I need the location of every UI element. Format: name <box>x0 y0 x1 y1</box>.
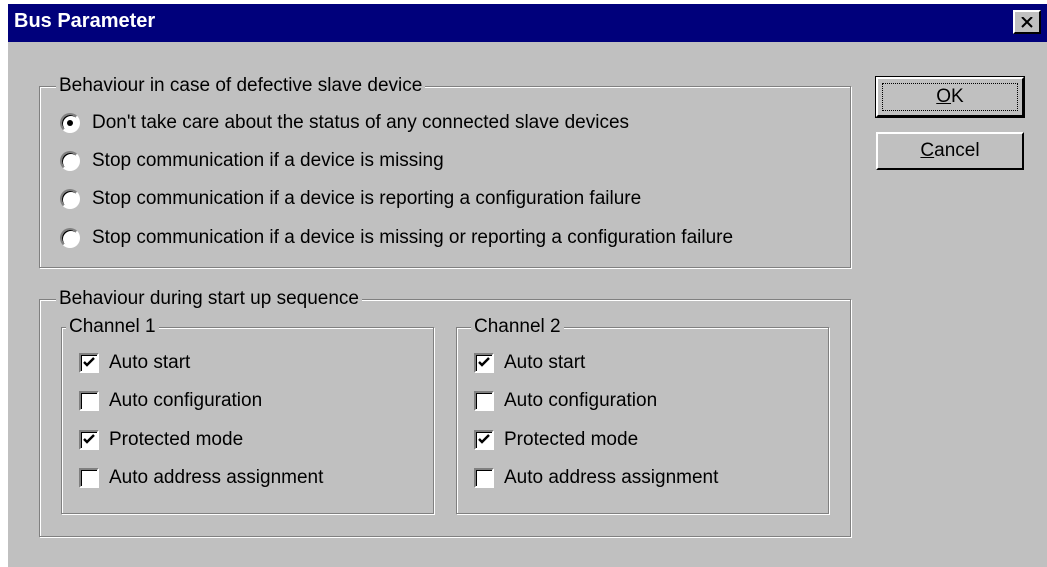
close-icon <box>1021 16 1033 28</box>
checkbox[interactable] <box>474 468 494 488</box>
checkbox-label: Protected mode <box>109 429 244 450</box>
checkbox-label: Auto configuration <box>109 390 263 411</box>
checkbox[interactable] <box>79 353 99 373</box>
checkbox-label: Protected mode <box>504 429 639 450</box>
checkbox-label: Auto start <box>504 352 586 373</box>
channel-2-legend: Channel 2 <box>471 316 564 338</box>
defective-option-label: Don't take care about the status of any … <box>92 112 630 133</box>
ok-button[interactable]: OK <box>875 76 1025 118</box>
defective-option-1[interactable]: Don't take care about the status of any … <box>60 112 629 134</box>
focus-rect <box>882 83 1018 111</box>
title-bar[interactable]: Bus Parameter <box>8 4 1047 42</box>
channel-1-option-4[interactable]: Auto address assignment <box>79 467 323 489</box>
checkbox[interactable] <box>79 391 99 411</box>
defective-slave-legend: Behaviour in case of defective slave dev… <box>56 75 426 97</box>
radio-selected-dot <box>67 120 73 126</box>
checkbox-label: Auto address assignment <box>109 467 324 488</box>
radio-button[interactable] <box>60 113 80 133</box>
checkmark-icon <box>83 434 95 444</box>
checkbox-label: Auto start <box>109 352 191 373</box>
radio-button[interactable] <box>60 151 80 171</box>
cancel-button-label: Cancel <box>920 140 980 161</box>
checkmark-icon <box>83 357 95 367</box>
cancel-button[interactable]: Cancel <box>876 132 1024 170</box>
channel-2-option-2[interactable]: Auto configuration <box>474 390 657 412</box>
channel-2-option-1[interactable]: Auto start <box>474 352 585 374</box>
channel-2-option-4[interactable]: Auto address assignment <box>474 467 718 489</box>
defective-option-label: Stop communication if a device is report… <box>92 188 642 209</box>
checkbox[interactable] <box>79 430 99 450</box>
checkbox-label: Auto configuration <box>504 390 658 411</box>
checkbox[interactable] <box>474 430 494 450</box>
defective-option-4[interactable]: Stop communication if a device is missin… <box>60 227 733 249</box>
defective-option-2[interactable]: Stop communication if a device is missin… <box>60 150 444 172</box>
channel-1-option-3[interactable]: Protected mode <box>79 429 243 451</box>
channel-2-option-3[interactable]: Protected mode <box>474 429 638 451</box>
checkbox[interactable] <box>474 353 494 373</box>
checkbox[interactable] <box>79 468 99 488</box>
defective-option-3[interactable]: Stop communication if a device is report… <box>60 188 641 210</box>
defective-option-label: Stop communication if a device is missin… <box>92 227 734 248</box>
channel-1-option-2[interactable]: Auto configuration <box>79 390 262 412</box>
checkbox[interactable] <box>474 391 494 411</box>
close-button[interactable] <box>1013 10 1041 34</box>
channel-1-legend: Channel 1 <box>66 316 159 338</box>
checkmark-icon <box>478 434 490 444</box>
defective-option-label: Stop communication if a device is missin… <box>92 150 444 171</box>
window-title: Bus Parameter <box>14 10 156 32</box>
checkmark-icon <box>478 357 490 367</box>
radio-button[interactable] <box>60 228 80 248</box>
startup-sequence-legend: Behaviour during start up sequence <box>56 288 362 310</box>
radio-button[interactable] <box>60 189 80 209</box>
checkbox-label: Auto address assignment <box>504 467 719 488</box>
channel-1-option-1[interactable]: Auto start <box>79 352 190 374</box>
